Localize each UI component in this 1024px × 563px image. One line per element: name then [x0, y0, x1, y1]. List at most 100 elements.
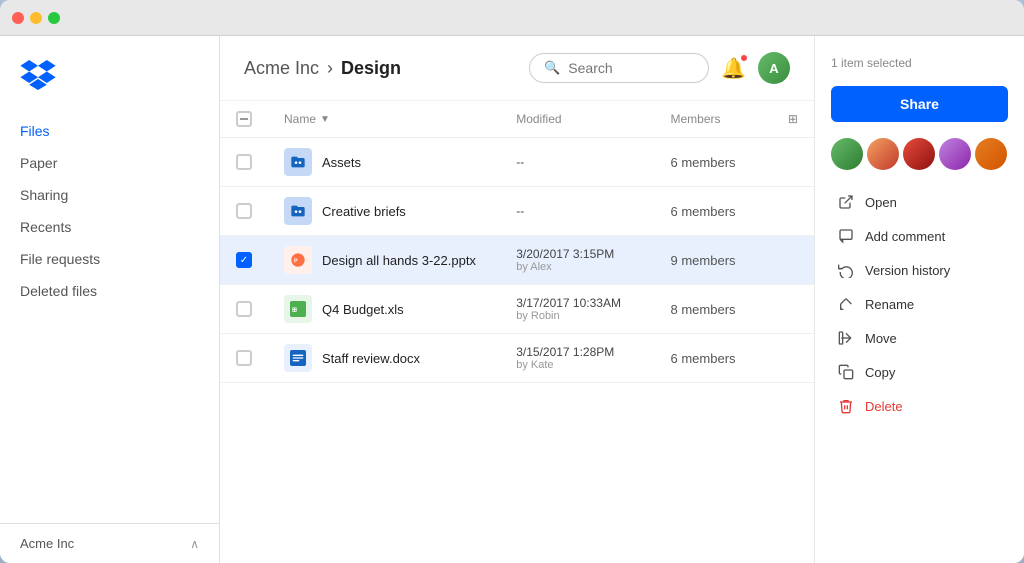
th-name[interactable]: Name ▼: [268, 101, 500, 138]
checkmark-icon: ✓: [240, 255, 248, 266]
notifications-button[interactable]: 🔔: [721, 56, 746, 81]
sort-arrow-icon: ▼: [320, 114, 330, 125]
context-menu-version-history[interactable]: Version history: [831, 254, 1008, 286]
row-checkbox-q4-budget[interactable]: [236, 301, 252, 317]
row-members-cell: 8 members: [655, 285, 772, 334]
row-checkbox-assets[interactable]: [236, 154, 252, 170]
breadcrumb-current: Design: [341, 58, 401, 79]
sidebar-footer[interactable]: Acme Inc ∧: [0, 523, 219, 563]
fullscreen-button[interactable]: [48, 12, 60, 24]
row-checkbox-design-all-hands[interactable]: ✓: [236, 252, 252, 268]
row-checkbox-cell: [220, 334, 268, 383]
context-menu-move[interactable]: Move: [831, 322, 1008, 354]
row-modified-cell: 3/15/2017 1:28PM by Kate: [500, 334, 654, 383]
sidebar-item-sharing[interactable]: Sharing: [0, 179, 219, 211]
row-members-cell: 9 members: [655, 236, 772, 285]
main-content: Acme Inc › Design 🔍 🔔 A: [220, 36, 814, 563]
row-extra-cell: [772, 138, 814, 187]
right-panel: 1 item selected Share Open: [814, 36, 1024, 563]
file-name[interactable]: Q4 Budget.xls: [322, 302, 404, 317]
context-menu-version-history-label: Version history: [865, 263, 950, 278]
context-menu-copy[interactable]: Copy: [831, 356, 1008, 388]
table-row: ⊞ Q4 Budget.xls 3/17/2017 10:33AM by Rob…: [220, 285, 814, 334]
member-avatar-5: [975, 138, 1007, 170]
file-name[interactable]: Design all hands 3-22.pptx: [322, 253, 476, 268]
member-avatar-4: [939, 138, 971, 170]
row-checkbox-cell: [220, 187, 268, 236]
row-modified-cell: --: [500, 187, 654, 236]
file-name[interactable]: Creative briefs: [322, 204, 406, 219]
copy-icon: [837, 363, 855, 381]
table-row: Assets -- 6 members: [220, 138, 814, 187]
minimize-button[interactable]: [30, 12, 42, 24]
row-checkbox-cell: ✓: [220, 236, 268, 285]
th-modified: Modified: [500, 101, 654, 138]
row-extra-cell: [772, 236, 814, 285]
context-menu-rename-label: Rename: [865, 297, 914, 312]
notification-badge: [740, 54, 748, 62]
row-name-cell: Assets: [268, 138, 500, 187]
select-all-checkbox[interactable]: [236, 111, 252, 127]
context-menu-delete[interactable]: Delete: [831, 390, 1008, 422]
user-avatar[interactable]: A: [758, 52, 790, 84]
member-avatars: [831, 138, 1008, 170]
search-box[interactable]: 🔍: [529, 53, 709, 83]
context-menu-add-comment[interactable]: Add comment: [831, 220, 1008, 252]
svg-text:⊞: ⊞: [292, 308, 297, 314]
sidebar-item-paper[interactable]: Paper: [0, 147, 219, 179]
search-input[interactable]: [568, 60, 688, 76]
breadcrumb-separator: ›: [327, 58, 333, 79]
sidebar-item-file-requests[interactable]: File requests: [0, 243, 219, 275]
row-name-cell: Creative briefs: [268, 187, 500, 236]
member-avatar-1: [831, 138, 863, 170]
table-row: ✓ P Design all hands 3-22.pptx: [220, 236, 814, 285]
folder-icon: [284, 197, 312, 225]
share-button[interactable]: Share: [831, 86, 1008, 122]
file-name[interactable]: Assets: [322, 155, 361, 170]
header-right: 🔍 🔔 A: [529, 52, 790, 84]
chevron-up-icon: ∧: [190, 537, 199, 551]
sidebar-item-deleted-files[interactable]: Deleted files: [0, 275, 219, 307]
svg-text:P: P: [294, 259, 298, 265]
sidebar-navigation: Files Paper Sharing Recents File request…: [0, 115, 219, 523]
row-name-cell: ⊞ Q4 Budget.xls: [268, 285, 500, 334]
member-avatar-2: [867, 138, 899, 170]
docx-icon: [284, 344, 312, 372]
context-menu-open-label: Open: [865, 195, 897, 210]
open-icon: [837, 193, 855, 211]
xlsx-icon: ⊞: [284, 295, 312, 323]
row-extra-cell: [772, 187, 814, 236]
row-modified-cell: --: [500, 138, 654, 187]
workspace-name: Acme Inc: [20, 536, 74, 551]
breadcrumb-parent[interactable]: Acme Inc: [244, 58, 319, 79]
context-menu-open[interactable]: Open: [831, 186, 1008, 218]
breadcrumb: Acme Inc › Design: [244, 58, 401, 79]
context-menu-rename[interactable]: Rename: [831, 288, 1008, 320]
table-row: Staff review.docx 3/15/2017 1:28PM by Ka…: [220, 334, 814, 383]
table-header-row: Name ▼ Modified Members ⊞: [220, 101, 814, 138]
table-row: Creative briefs -- 6 members: [220, 187, 814, 236]
row-extra-cell: [772, 285, 814, 334]
traffic-lights: [12, 12, 60, 24]
row-name-cell: P Design all hands 3-22.pptx: [268, 236, 500, 285]
member-avatar-3: [903, 138, 935, 170]
selected-info: 1 item selected: [831, 56, 1008, 70]
comment-icon: [837, 227, 855, 245]
row-members-cell: 6 members: [655, 334, 772, 383]
file-name[interactable]: Staff review.docx: [322, 351, 420, 366]
close-button[interactable]: [12, 12, 24, 24]
th-grid[interactable]: ⊞: [772, 101, 814, 138]
history-icon: [837, 261, 855, 279]
row-checkbox-staff-review[interactable]: [236, 350, 252, 366]
context-menu-delete-label: Delete: [865, 399, 903, 414]
sidebar: Files Paper Sharing Recents File request…: [0, 36, 220, 563]
sidebar-item-recents[interactable]: Recents: [0, 211, 219, 243]
app-body: Files Paper Sharing Recents File request…: [0, 36, 1024, 563]
context-menu-copy-label: Copy: [865, 365, 895, 380]
row-checkbox-creative-briefs[interactable]: [236, 203, 252, 219]
row-checkbox-cell: [220, 138, 268, 187]
sidebar-item-files[interactable]: Files: [0, 115, 219, 147]
row-modified-cell: 3/17/2017 10:33AM by Robin: [500, 285, 654, 334]
delete-icon: [837, 397, 855, 415]
row-modified-cell: 3/20/2017 3:15PM by Alex: [500, 236, 654, 285]
